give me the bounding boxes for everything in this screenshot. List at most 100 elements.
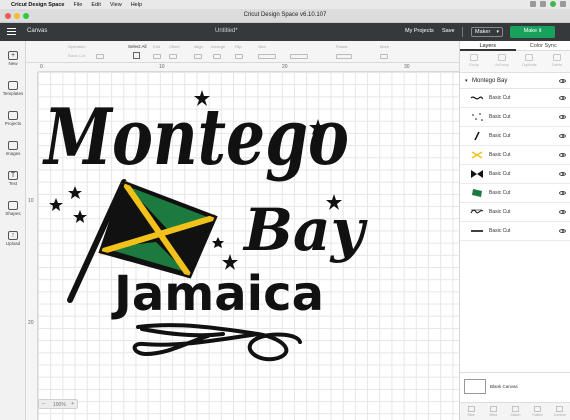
size-control[interactable]: Size: [258, 44, 266, 49]
layer-thumbnail: [472, 113, 483, 121]
machine-select-value: Maker: [475, 29, 491, 35]
layer-thumbnail: [471, 170, 483, 178]
star-icon: [73, 210, 87, 223]
contour-button[interactable]: Contour: [550, 406, 570, 420]
chevron-down-icon: ▾: [496, 29, 499, 35]
group-button[interactable]: Group: [462, 54, 486, 72]
sidebar-item-projects[interactable]: Projects: [0, 111, 26, 126]
eye-icon[interactable]: [559, 79, 566, 83]
offset-icon: [169, 54, 177, 59]
blank-canvas-row[interactable]: Blank Canvas: [460, 372, 570, 402]
eye-icon[interactable]: [559, 210, 566, 214]
layer-row[interactable]: Basic Cut: [460, 89, 570, 108]
save-button[interactable]: Save: [442, 28, 455, 34]
tab-layers[interactable]: Layers: [460, 41, 516, 51]
sidebar-item-new[interactable]: + New: [0, 51, 26, 66]
sidebar-item-images[interactable]: Images: [0, 141, 26, 156]
eye-icon[interactable]: [559, 229, 566, 233]
more-control[interactable]: More: [380, 44, 389, 49]
eye-icon[interactable]: [559, 134, 566, 138]
layer-row[interactable]: Basic Cut: [460, 165, 570, 184]
menu-view[interactable]: View: [110, 2, 122, 8]
flip-control[interactable]: Flip: [235, 44, 241, 49]
align-control[interactable]: Align: [194, 44, 203, 49]
zoom-in-button[interactable]: +: [71, 401, 74, 407]
rotate-field: [336, 54, 352, 59]
contour-label: Contour: [553, 413, 567, 417]
duplicate-icon: [525, 54, 534, 61]
offset-control[interactable]: Offset: [169, 44, 180, 49]
layer-name: Basic Cut: [489, 133, 511, 139]
menubar-app-name[interactable]: Cricut Design Space: [11, 2, 65, 8]
eye-icon[interactable]: [559, 191, 566, 195]
attach-button[interactable]: Attach: [505, 406, 525, 420]
blank-canvas-label: Blank Canvas: [490, 384, 518, 389]
flatten-icon: [534, 406, 542, 412]
flatten-button[interactable]: Flatten: [528, 406, 548, 420]
edit-control[interactable]: Edit: [153, 44, 160, 49]
chevron-down-icon[interactable]: ▾: [465, 78, 468, 84]
design-canvas[interactable]: Montego Bay Jamaica: [38, 72, 459, 420]
size-label: Size: [258, 44, 266, 49]
sidebar-item-text[interactable]: T Text: [0, 171, 26, 186]
layer-row[interactable]: Basic Cut: [460, 203, 570, 222]
select-all-button[interactable]: Select All: [128, 44, 147, 59]
hamburger-menu-icon[interactable]: [7, 28, 16, 36]
design-text-line3[interactable]: Jamaica: [111, 266, 324, 322]
slice-icon: [467, 406, 475, 412]
layer-row[interactable]: Basic Cut: [460, 108, 570, 127]
menu-help[interactable]: Help: [131, 2, 142, 8]
design-text-line2[interactable]: Bay: [242, 196, 369, 264]
layer-row[interactable]: Basic Cut: [460, 146, 570, 165]
layer-group-row[interactable]: ▾ Montego Bay: [460, 75, 570, 89]
layer-row[interactable]: Basic Cut: [460, 184, 570, 203]
star-icon: [49, 198, 63, 211]
montego-bay-design[interactable]: Montego Bay Jamaica: [38, 72, 459, 420]
ungroup-button[interactable]: UnGroup: [490, 54, 514, 72]
layer-thumbnail: [471, 151, 483, 159]
layer-row[interactable]: Basic Cut: [460, 222, 570, 241]
design-text-line1[interactable]: Montego: [42, 92, 349, 183]
eye-icon[interactable]: [559, 172, 566, 176]
machine-select[interactable]: Maker ▾: [471, 27, 503, 37]
tab-color-sync[interactable]: Color Sync: [515, 41, 570, 51]
layer-actions: Group UnGroup Duplicate Delete: [460, 51, 570, 73]
my-projects-button[interactable]: My Projects: [405, 28, 434, 34]
eye-icon[interactable]: [559, 96, 566, 100]
arrange-control[interactable]: Arrange: [211, 44, 225, 49]
menu-file[interactable]: File: [74, 2, 83, 8]
make-it-button[interactable]: Make it: [510, 26, 555, 38]
sidebar-item-upload[interactable]: ↑ Upload: [0, 231, 26, 246]
status-icon[interactable]: [530, 1, 536, 7]
sidebar-item-shapes[interactable]: Shapes: [0, 201, 26, 216]
ruler-x-label: 0: [40, 64, 43, 70]
canvas-color-swatch[interactable]: [464, 379, 486, 394]
align-label: Align: [194, 44, 203, 49]
eye-icon[interactable]: [559, 115, 566, 119]
operation-control[interactable]: Operation Basic Cut: [68, 44, 86, 58]
window-title: Cricut Design Space v6.10.107: [243, 12, 327, 18]
eye-icon[interactable]: [559, 153, 566, 157]
sidebar-item-templates[interactable]: Templates: [0, 81, 26, 96]
operation-label: Operation: [68, 44, 86, 49]
upload-icon: ↑: [8, 231, 18, 240]
delete-button[interactable]: Delete: [545, 54, 569, 72]
left-sidebar: + New Templates Projects Images T Text Sha…: [0, 41, 26, 420]
slice-button[interactable]: Slice: [461, 406, 481, 420]
layer-thumbnail: [470, 96, 483, 100]
rotate-control[interactable]: Rotate: [336, 44, 348, 49]
layer-row[interactable]: Basic Cut: [460, 127, 570, 146]
status-icon[interactable]: [540, 1, 546, 7]
menu-edit[interactable]: Edit: [91, 2, 100, 8]
document-title[interactable]: Untitled*: [215, 28, 238, 34]
rotate-label: Rotate: [336, 44, 348, 49]
duplicate-button[interactable]: Duplicate: [517, 54, 541, 72]
group-label: Group: [469, 63, 479, 67]
status-icon[interactable]: [550, 1, 556, 7]
control-center-icon[interactable]: [560, 1, 566, 7]
layer-thumbnail: [472, 189, 482, 197]
edit-toolbar: Operation Basic Cut Select All Edit Offs…: [0, 41, 459, 63]
zoom-out-button[interactable]: –: [42, 401, 45, 407]
panel-bottom-actions: Slice Weld Attach Flatten Contour: [460, 402, 570, 420]
weld-button[interactable]: Weld: [483, 406, 503, 420]
